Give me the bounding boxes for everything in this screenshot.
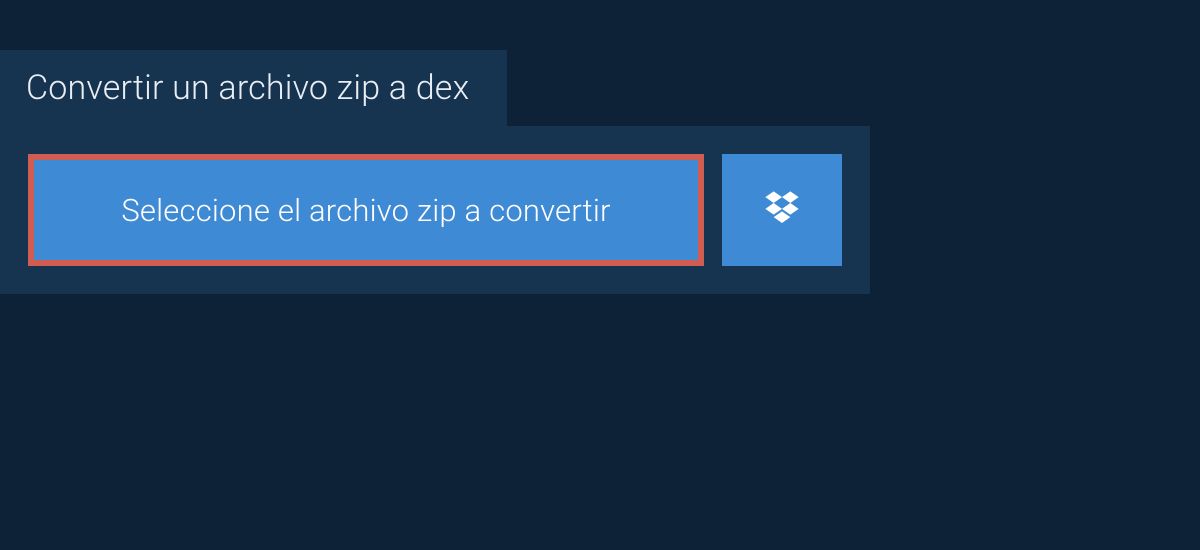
converter-section: Convertir un archivo zip a dex Seleccion…: [0, 50, 1200, 294]
select-file-button[interactable]: Seleccione el archivo zip a convertir: [28, 154, 704, 266]
dropbox-button[interactable]: [722, 154, 842, 266]
page-title: Convertir un archivo zip a dex: [0, 50, 507, 126]
dropbox-icon: [762, 188, 802, 232]
select-file-label: Seleccione el archivo zip a convertir: [121, 192, 610, 229]
upload-panel: Seleccione el archivo zip a convertir: [0, 126, 870, 294]
